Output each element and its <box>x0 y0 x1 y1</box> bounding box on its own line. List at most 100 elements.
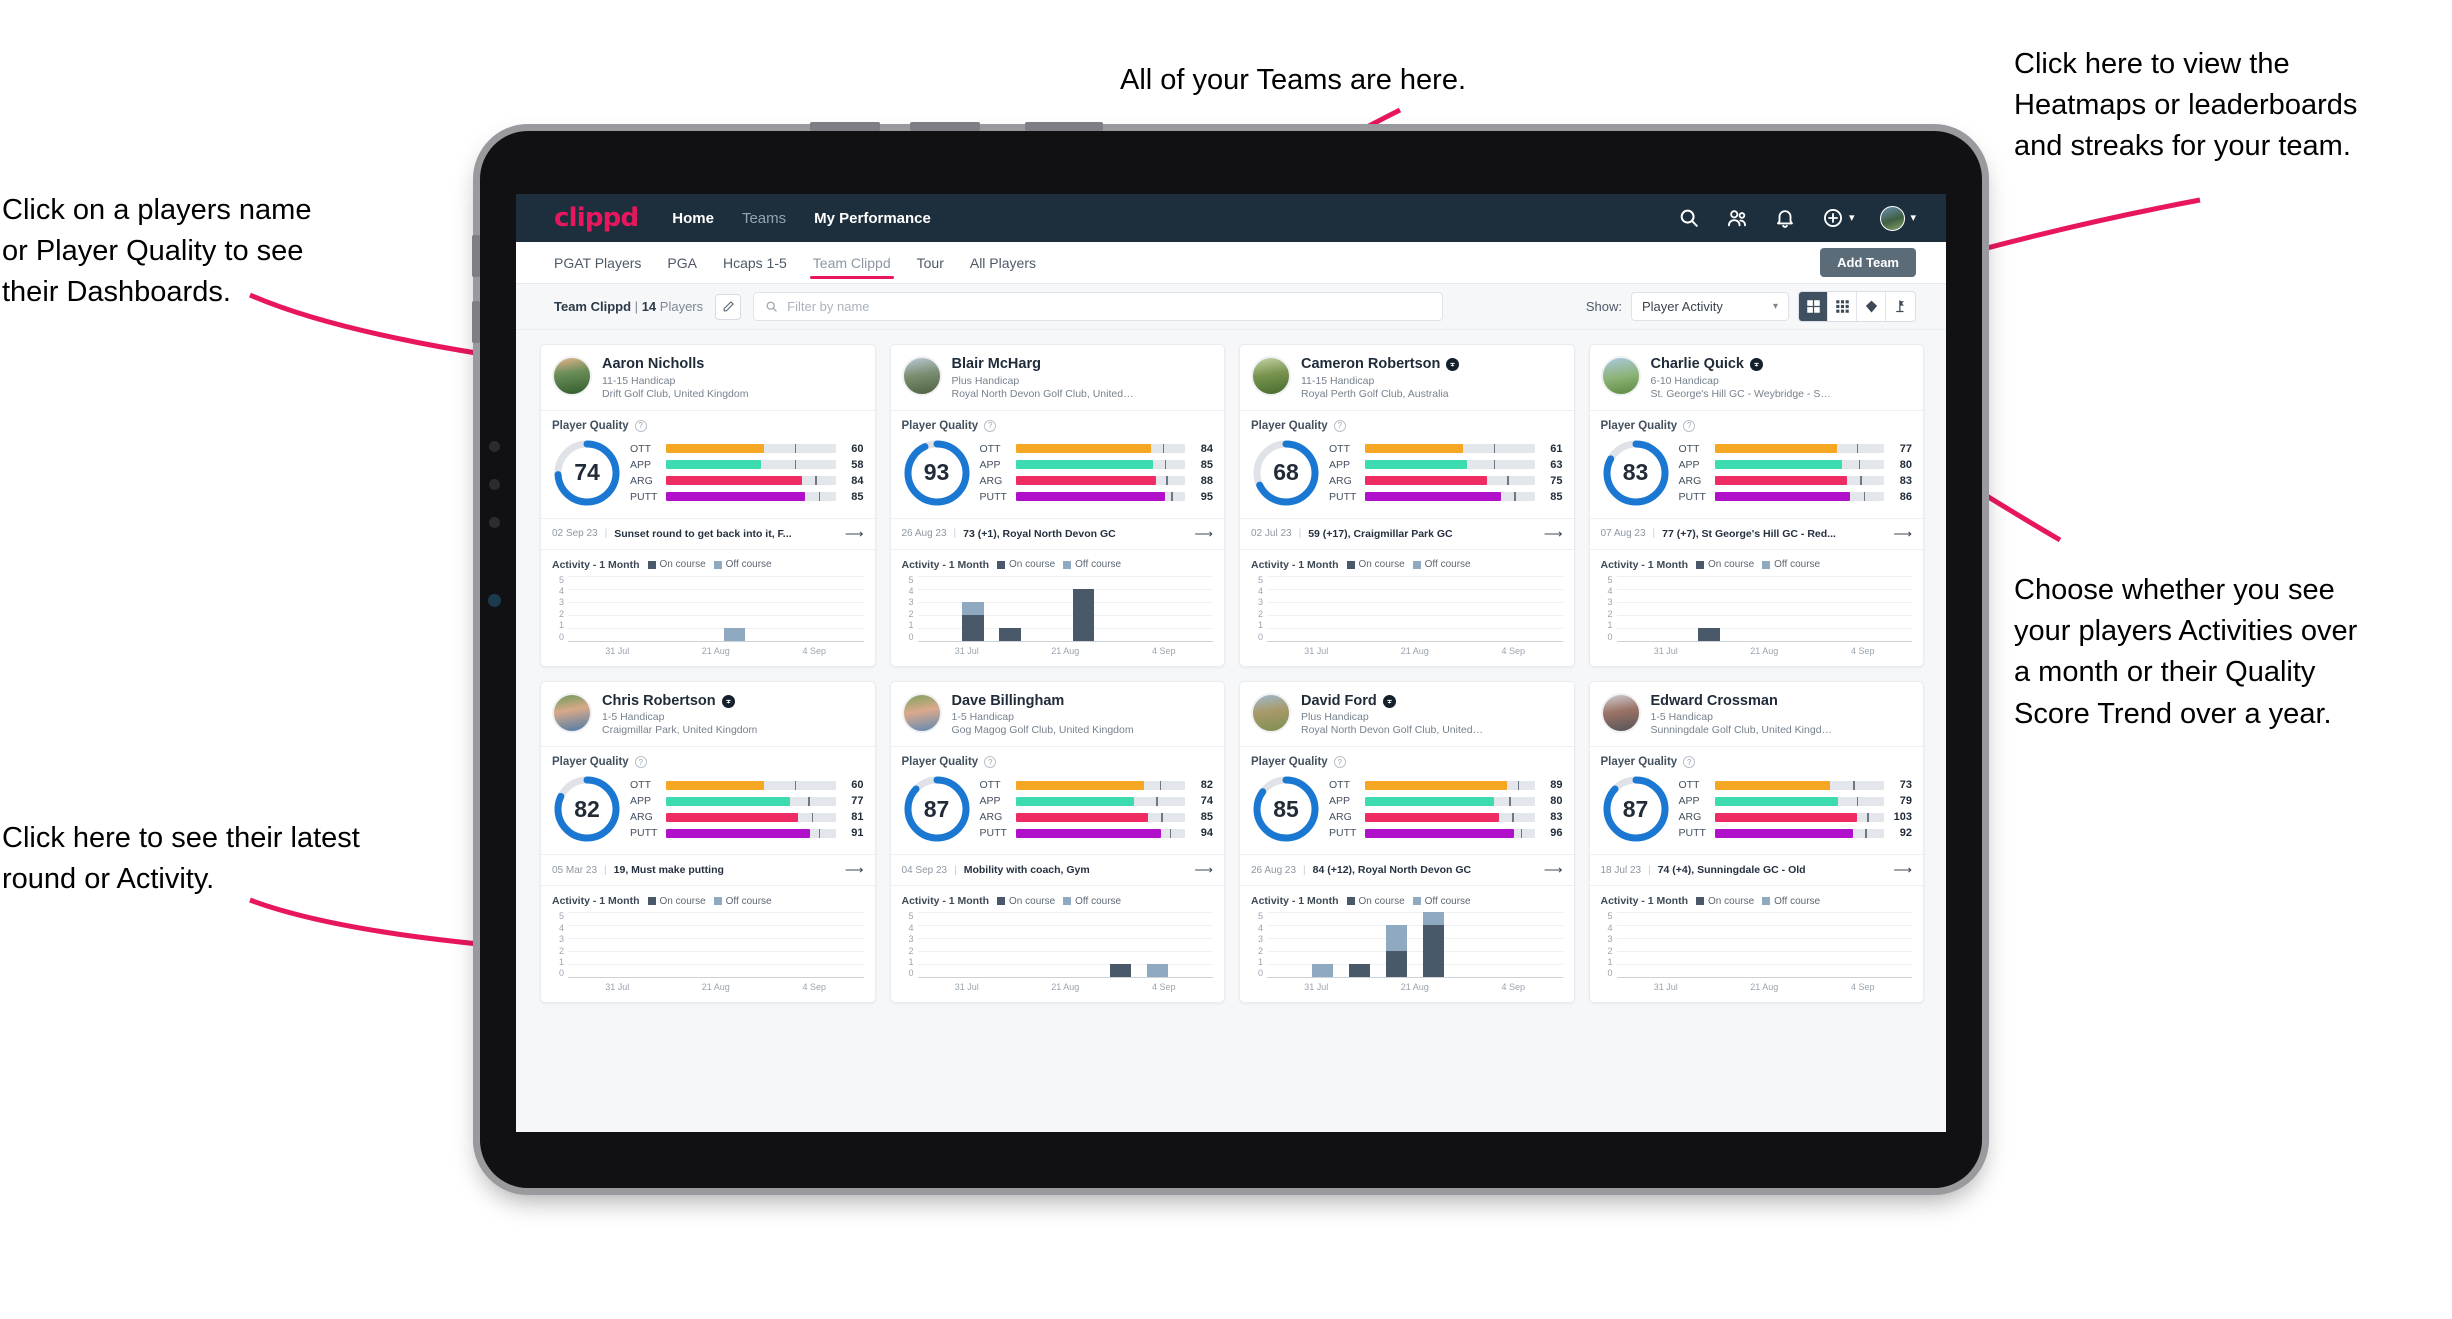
quality-ring[interactable]: 74 <box>552 438 622 508</box>
chart-bar-slot <box>954 912 991 977</box>
quality-ring[interactable]: 82 <box>552 774 622 844</box>
search-container[interactable] <box>753 292 1444 321</box>
player-name-text: Chris Robertson <box>602 692 716 709</box>
activity-chart: 5 4 3 2 1 0 31 Jul 21 Aug 4 Sep <box>1590 910 1924 1002</box>
metric-track <box>666 828 836 838</box>
help-icon[interactable]: ? <box>1683 419 1696 432</box>
x-tick-label: 21 Aug <box>1400 982 1429 993</box>
metric-benchmark-tick <box>1853 780 1855 790</box>
user-menu[interactable]: ▾ <box>1880 205 1916 231</box>
nav-link-my-performance[interactable]: My Performance <box>814 210 931 227</box>
player-quality-body: 93 OTT 84 APP 85 ARG 88 PUTT 95 <box>891 436 1225 518</box>
help-icon[interactable]: ? <box>1333 419 1346 432</box>
avatar <box>552 356 592 396</box>
arrow-right-icon[interactable]: ⟶ <box>1194 526 1213 542</box>
player-card[interactable]: Charlie Quick 6-10 Handicap St. George's H… <box>1588 344 1924 667</box>
player-card[interactable]: Chris Robertson 1-5 Handicap Craigmillar P… <box>540 680 876 1004</box>
add-menu[interactable]: ▾ <box>1822 207 1854 229</box>
x-tick-label: 21 Aug <box>1051 645 1080 656</box>
search-input[interactable] <box>787 299 1432 314</box>
chart-bars <box>568 576 864 641</box>
tab-hcaps-1-5[interactable]: Hcaps 1-5 <box>723 242 787 283</box>
player-name[interactable]: Charlie Quick <box>1651 356 1835 373</box>
grid-small-view-button[interactable] <box>1828 292 1857 321</box>
tab-pgat-players[interactable]: PGAT Players <box>554 242 641 283</box>
arrow-right-icon[interactable]: ⟶ <box>1893 526 1912 542</box>
latest-activity-row[interactable]: 26 Aug 23 | 73 (+1), Royal North Devon GC ⟶ <box>890 517 1224 550</box>
plus-circle-icon[interactable] <box>1822 207 1844 229</box>
player-name[interactable]: Blair McHarg <box>952 356 1136 373</box>
activity-title: Activity - 1 Month <box>552 558 640 571</box>
bell-icon[interactable] <box>1774 207 1796 229</box>
player-name[interactable]: Aaron Nicholls <box>602 356 748 373</box>
chart-legend-item: Off course <box>1063 559 1121 570</box>
player-card[interactable]: Dave Billingham 1-5 Handicap Gog Magog Gol… <box>889 680 1225 1004</box>
help-icon[interactable]: ? <box>634 756 647 769</box>
help-icon[interactable]: ? <box>1683 756 1696 769</box>
latest-activity-row[interactable]: 05 Mar 23 | 19, Must make putting ⟶ <box>541 854 875 887</box>
player-name[interactable]: Dave Billingham <box>952 693 1134 710</box>
activity-chart: 5 4 3 2 1 0 31 Jul 21 Aug 4 Sep <box>891 574 1225 666</box>
help-icon[interactable]: ? <box>1333 756 1346 769</box>
arrow-right-icon[interactable]: ⟶ <box>845 862 864 878</box>
arrow-right-icon[interactable]: ⟶ <box>1893 862 1912 878</box>
quality-ring[interactable]: 83 <box>1601 438 1671 508</box>
latest-activity-row[interactable]: 02 Sep 23 | Sunset round to get back into … <box>541 517 875 550</box>
player-quality-label: Player Quality <box>1600 419 1678 432</box>
latest-activity-row[interactable]: 26 Aug 23 | 84 (+12), Royal North Devon GC… <box>1240 854 1574 887</box>
metric-value: 85 <box>1550 490 1563 503</box>
help-icon[interactable]: ? <box>634 419 647 432</box>
player-card[interactable]: Edward Crossman 1-5 Handicap Sunningdale G… <box>1588 680 1924 1004</box>
help-icon[interactable]: ? <box>984 419 997 432</box>
edit-team-button[interactable] <box>715 293 742 320</box>
player-name[interactable]: Cameron Robertson <box>1301 356 1460 373</box>
legend-label: On course <box>1009 895 1056 907</box>
arrow-right-icon[interactable]: ⟶ <box>845 526 864 542</box>
nav-link-teams[interactable]: Teams <box>742 210 786 227</box>
metric-label: PUTT <box>1678 490 1706 503</box>
player-card[interactable]: Blair McHarg Plus Handicap Royal North Dev… <box>889 344 1225 667</box>
tab-pga[interactable]: PGA <box>667 242 697 283</box>
player-card[interactable]: David Ford Plus Handicap Royal North Devon… <box>1239 680 1575 1004</box>
latest-activity-row[interactable]: 04 Sep 23 | Mobility with coach, Gym ⟶ <box>890 854 1224 887</box>
help-icon[interactable]: ? <box>984 756 997 769</box>
arrow-right-icon[interactable]: ⟶ <box>1544 862 1563 878</box>
search-icon[interactable] <box>1678 207 1700 229</box>
arrow-right-icon[interactable]: ⟶ <box>1544 526 1563 542</box>
metric-row: PUTT 95 <box>980 491 1214 503</box>
latest-sep: | <box>953 528 957 540</box>
metric-fill <box>666 492 805 502</box>
nav-link-home[interactable]: Home <box>672 210 714 227</box>
player-name[interactable]: David Ford <box>1301 693 1485 710</box>
clippd-logo[interactable]: clippd <box>554 203 639 233</box>
show-select[interactable]: Player Activity ▾ <box>1631 292 1789 321</box>
metric-row: APP 79 <box>1679 795 1913 807</box>
avatar <box>1600 356 1641 396</box>
metric-label: ARG <box>1678 474 1702 487</box>
quality-ring[interactable]: 93 <box>902 438 972 508</box>
tab-all-players[interactable]: All Players <box>970 242 1036 283</box>
heatmap-view-button[interactable] <box>1857 292 1886 321</box>
chart-legend-item: Off course <box>713 896 772 907</box>
add-team-button[interactable]: Add Team <box>1820 248 1916 277</box>
quality-ring[interactable]: 87 <box>1601 774 1671 844</box>
latest-activity-row[interactable]: 18 Jul 23 | 74 (+4), Sunningdale GC - Old ⟶ <box>1589 854 1923 887</box>
tab-team-clippd[interactable]: Team Clippd <box>809 242 894 283</box>
quality-ring[interactable]: 87 <box>902 774 972 844</box>
player-card[interactable]: Cameron Robertson 11-15 Handicap Royal Per… <box>1239 344 1575 667</box>
quality-ring[interactable]: 85 <box>1251 774 1321 844</box>
tab-tour[interactable]: Tour <box>917 242 944 283</box>
player-name[interactable]: Chris Robertson <box>602 693 757 710</box>
player-card[interactable]: Aaron Nicholls 11-15 Handicap Drift Golf C… <box>540 344 876 667</box>
grid-large-view-button[interactable] <box>1799 292 1828 321</box>
metric-row: APP 74 <box>980 795 1214 807</box>
arrow-right-icon[interactable]: ⟶ <box>1194 862 1213 878</box>
player-name[interactable]: Edward Crossman <box>1651 693 1835 710</box>
latest-activity-row[interactable]: 02 Jul 23 | 59 (+17), Craigmillar Park GC ⟶ <box>1240 517 1574 550</box>
metric-track <box>666 492 836 502</box>
latest-activity-row[interactable]: 07 Aug 23 | 77 (+7), St George's Hill GC -… <box>1589 517 1923 550</box>
people-icon[interactable] <box>1726 207 1748 229</box>
quality-ring[interactable]: 68 <box>1251 438 1321 508</box>
chart-bar-slot <box>1415 912 1452 978</box>
leaderboard-view-button[interactable] <box>1886 292 1915 321</box>
